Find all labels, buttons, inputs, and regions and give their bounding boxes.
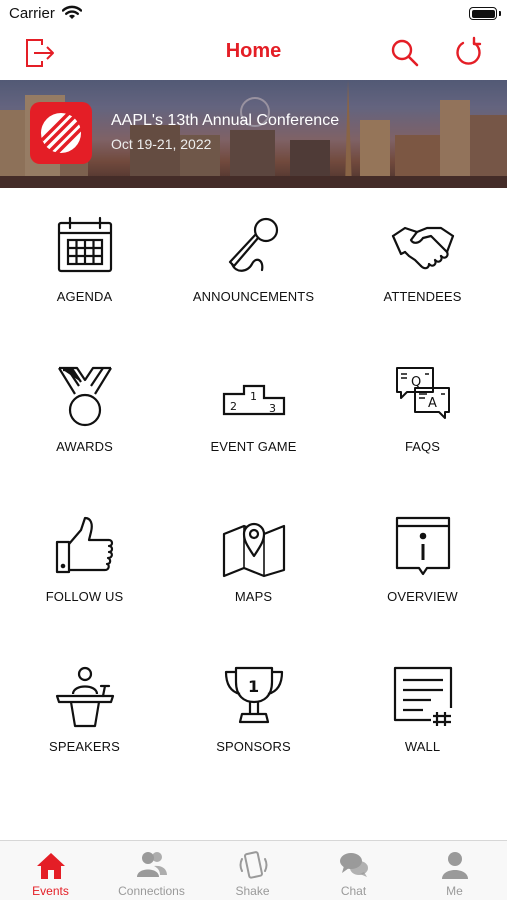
tile-event-game[interactable]: 1 2 3 EVENT GAME <box>169 350 338 470</box>
wall-post-icon <box>393 666 452 726</box>
microphone-icon <box>228 217 278 272</box>
tile-label-agenda: AGENDA <box>56 289 113 304</box>
person-icon <box>441 852 468 879</box>
conference-banner[interactable]: AAPL's 13th Annual Conference Oct 19-21,… <box>0 80 507 188</box>
podium-third: 3 <box>269 402 276 415</box>
tile-awards[interactable]: AWARDS <box>0 350 169 470</box>
tile-label-event-game: EVENT GAME <box>210 439 297 454</box>
faq-question-letter: Q <box>411 375 421 390</box>
people-icon <box>136 852 167 877</box>
tab-label-shake: Shake <box>235 884 270 898</box>
handshake-icon <box>391 226 454 270</box>
tile-agenda[interactable]: AGENDA <box>0 200 169 320</box>
trophy-icon: 1 <box>224 666 283 724</box>
carrier-label: Carrier <box>9 5 55 22</box>
tile-sponsors[interactable]: 1 SPONSORS <box>169 650 338 770</box>
tile-maps[interactable]: MAPS <box>169 500 338 620</box>
tile-label-maps: MAPS <box>234 589 273 604</box>
tile-faqs[interactable]: Q A FAQS <box>338 350 507 470</box>
conference-dates: Oct 19-21, 2022 <box>111 136 212 152</box>
medal-icon <box>57 366 112 427</box>
faq-answer-letter: A <box>428 396 437 411</box>
tile-label-speakers: SPEAKERS <box>49 739 120 754</box>
tile-label-overview: OVERVIEW <box>387 589 458 604</box>
trophy-number: 1 <box>248 677 259 696</box>
refresh-button[interactable] <box>452 36 486 70</box>
wifi-icon <box>62 5 82 19</box>
conference-logo <box>30 102 92 164</box>
chat-bubbles-icon <box>339 853 368 877</box>
info-icon <box>395 516 450 576</box>
tile-overview[interactable]: OVERVIEW <box>338 500 507 620</box>
podium-second: 2 <box>230 400 237 413</box>
tile-label-faqs: FAQS <box>404 439 441 454</box>
faq-bubbles-icon: Q A <box>395 367 450 419</box>
tile-label-announcements: ANNOUNCEMENTS <box>192 289 315 304</box>
tab-connections[interactable]: Connections <box>101 841 202 900</box>
tile-speakers[interactable]: SPEAKERS <box>0 650 169 770</box>
conference-title: AAPL's 13th Annual Conference <box>111 112 340 129</box>
page-title: Home <box>225 40 282 62</box>
tab-chat[interactable]: Chat <box>303 841 404 900</box>
tab-shake[interactable]: Shake <box>202 841 303 900</box>
tile-label-wall: WALL <box>404 739 441 754</box>
battery-icon <box>469 7 497 20</box>
speaker-lectern-icon <box>55 666 114 728</box>
battery-tip <box>499 11 501 16</box>
tab-bar: Events Connections Shake Chat Me <box>0 840 507 900</box>
search-icon <box>391 39 419 67</box>
tab-label-me: Me <box>446 884 463 898</box>
refresh-icon <box>456 36 482 65</box>
calendar-icon <box>57 216 112 273</box>
shake-phone-icon <box>239 851 267 879</box>
tile-label-sponsors: SPONSORS <box>216 739 291 754</box>
globe-logo-icon <box>40 110 84 157</box>
tile-announcements[interactable]: ANNOUNCEMENTS <box>169 200 338 320</box>
tile-attendees[interactable]: ATTENDEES <box>338 200 507 320</box>
home-icon <box>36 853 65 879</box>
tab-label-connections: Connections <box>118 884 185 898</box>
tile-label-follow-us: FOLLOW US <box>45 589 124 604</box>
podium-icon: 1 2 3 <box>222 384 285 416</box>
tab-label-events: Events <box>32 884 69 898</box>
map-pin-icon <box>222 522 285 578</box>
tile-wall[interactable]: WALL <box>338 650 507 770</box>
search-button[interactable] <box>388 36 422 70</box>
tab-me[interactable]: Me <box>404 841 505 900</box>
tile-follow-us[interactable]: FOLLOW US <box>0 500 169 620</box>
tile-label-attendees: ATTENDEES <box>383 289 462 304</box>
nav-bar: Home <box>0 28 507 80</box>
tile-label-awards: AWARDS <box>56 439 113 454</box>
podium-first: 1 <box>250 390 257 403</box>
tab-events[interactable]: Events <box>0 841 101 900</box>
tab-label-chat: Chat <box>340 884 367 898</box>
status-bar: Carrier <box>0 0 507 28</box>
thumbs-up-icon <box>55 516 113 574</box>
